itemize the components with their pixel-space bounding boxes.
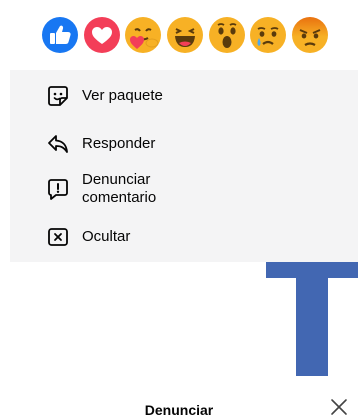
- sticker-icon: [46, 84, 70, 108]
- close-button[interactable]: [330, 398, 348, 416]
- menu-item-ocultar[interactable]: Ocultar: [46, 225, 130, 249]
- context-menu: Ver paquete Responder Denunciar comentar…: [10, 70, 358, 262]
- menu-item-label: Ver paquete: [82, 87, 163, 104]
- angry-icon: [292, 17, 328, 53]
- reply-icon: [46, 132, 70, 156]
- love-icon: [84, 17, 120, 53]
- angry-reaction-button[interactable]: [291, 16, 329, 54]
- haha-icon: [167, 17, 203, 53]
- menu-item-denunciar-comentario[interactable]: Denunciar comentario: [46, 171, 192, 207]
- close-icon: [331, 399, 347, 415]
- sad-reaction-button[interactable]: [249, 16, 287, 54]
- report-sheet: Denunciar: [0, 376, 358, 418]
- wow-reaction-button[interactable]: [208, 16, 246, 54]
- reaction-bar: [0, 0, 358, 64]
- hide-icon: [46, 225, 70, 249]
- menu-item-label: Ocultar: [82, 228, 131, 245]
- report-icon: [46, 177, 70, 201]
- menu-item-label: Responder: [82, 135, 156, 152]
- like-icon: [42, 17, 78, 53]
- menu-item-responder[interactable]: Responder: [46, 132, 155, 156]
- care-reaction-button[interactable]: [124, 16, 162, 54]
- care-icon: [125, 17, 161, 53]
- haha-reaction-button[interactable]: [166, 16, 204, 54]
- sad-icon: [250, 17, 286, 53]
- love-reaction-button[interactable]: [83, 16, 121, 54]
- wow-icon: [209, 17, 245, 53]
- sheet-title: Denunciar: [144, 402, 214, 418]
- like-reaction-button[interactable]: [41, 16, 79, 54]
- menu-item-ver-paquete[interactable]: Ver paquete: [46, 84, 163, 108]
- menu-item-label: Denunciar comentario: [82, 171, 157, 206]
